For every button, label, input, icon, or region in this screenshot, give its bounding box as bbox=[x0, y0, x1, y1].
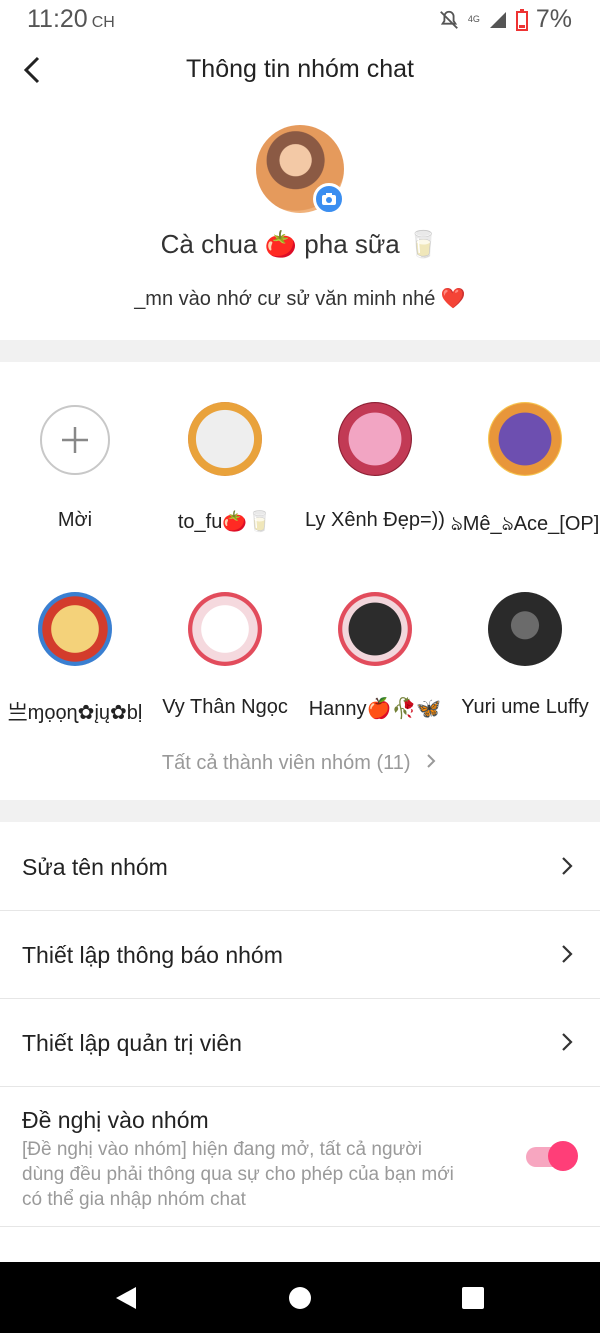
chevron-right-icon bbox=[562, 1033, 573, 1051]
member-avatar bbox=[338, 592, 412, 666]
nav-home-icon[interactable] bbox=[288, 1286, 312, 1310]
admin-settings-label: Thiết lập quản trị viên bbox=[22, 1030, 242, 1056]
group-name[interactable]: Cà chua 🍅 pha sữa 🥛 bbox=[0, 229, 600, 260]
chevron-right-icon bbox=[562, 945, 573, 963]
admin-settings-row[interactable]: Thiết lập quản trị viên bbox=[0, 999, 600, 1087]
rename-group-row[interactable]: Sửa tên nhóm bbox=[0, 822, 600, 911]
member-avatar bbox=[488, 402, 562, 476]
system-nav-bar bbox=[0, 1262, 600, 1333]
battery-icon bbox=[515, 8, 528, 31]
signal-icon bbox=[489, 11, 506, 28]
next-settings-row[interactable] bbox=[0, 1227, 600, 1262]
invite-button[interactable]: Mời bbox=[0, 405, 150, 531]
member-avatar bbox=[188, 592, 262, 666]
status-bar: 11:20 CH 4G 7% bbox=[0, 0, 600, 40]
join-request-description: [Đề nghị vào nhóm] hiện đang mở, tất cả … bbox=[22, 1139, 454, 1210]
group-description[interactable]: _mn vào nhớ cư sử văn minh nhé ❤️ bbox=[0, 286, 600, 311]
member-avatar bbox=[488, 592, 562, 666]
member-item[interactable]: Hanny🍎🥀🦋 bbox=[300, 592, 450, 720]
change-photo-button[interactable] bbox=[313, 183, 345, 215]
bell-off-icon bbox=[439, 10, 458, 29]
chevron-right-icon bbox=[562, 857, 573, 875]
page-title: Thông tin nhóm chat bbox=[186, 55, 414, 83]
notification-settings-row[interactable]: Thiết lập thông báo nhóm bbox=[0, 911, 600, 999]
notification-settings-label: Thiết lập thông báo nhóm bbox=[22, 942, 283, 968]
status-time: 11:20 CH bbox=[27, 5, 115, 34]
network-label: 4G bbox=[467, 14, 480, 24]
member-item[interactable]: 亗ɱọọɳ✿įų✿bḷ bbox=[0, 592, 150, 724]
see-all-label: Tất cả thành viên nhóm (11) bbox=[161, 752, 411, 774]
clock: 11:20 bbox=[27, 5, 88, 33]
member-item[interactable]: to_fu🍅🥛 bbox=[150, 402, 300, 533]
member-name: Vy Thân Ngọc bbox=[162, 696, 288, 718]
camera-icon bbox=[322, 193, 336, 205]
status-icons: 4G 7% bbox=[438, 5, 572, 34]
nav-recents-icon[interactable] bbox=[461, 1286, 485, 1310]
see-all-members-link[interactable]: Tất cả thành viên nhóm (11) bbox=[0, 752, 600, 775]
section-divider bbox=[0, 800, 600, 822]
member-avatar bbox=[38, 592, 112, 666]
member-avatar bbox=[188, 402, 262, 476]
section-divider bbox=[0, 340, 600, 362]
member-name: Yuri ume Luffy bbox=[461, 696, 589, 718]
join-request-toggle[interactable] bbox=[526, 1141, 578, 1171]
rename-group-label: Sửa tên nhóm bbox=[22, 854, 168, 880]
chevron-right-icon bbox=[427, 754, 436, 768]
member-item[interactable]: Yuri ume Luffy bbox=[450, 592, 600, 718]
member-name: Hanny🍎🥀🦋 bbox=[308, 698, 442, 720]
member-name: to_fu🍅🥛 bbox=[177, 511, 273, 533]
member-item[interactable]: ঌMê_ঌAce_[OP] bbox=[450, 402, 600, 535]
header: Thông tin nhóm chat bbox=[0, 40, 600, 102]
battery-percent: 7% bbox=[535, 5, 572, 33]
member-name: 亗ɱọọɳ✿įų✿bḷ bbox=[7, 702, 143, 724]
nav-back-icon[interactable] bbox=[114, 1285, 138, 1311]
member-name: Ly Xênh Đẹp=)) bbox=[305, 509, 445, 531]
join-request-row: Đề nghị vào nhóm [Đề nghị vào nhóm] hiện… bbox=[0, 1087, 600, 1227]
member-item[interactable]: Vy Thân Ngọc bbox=[150, 592, 300, 718]
plus-icon bbox=[62, 427, 88, 453]
member-item[interactable]: Ly Xênh Đẹp=)) bbox=[300, 402, 450, 531]
toggle-knob bbox=[548, 1141, 578, 1171]
invite-circle bbox=[40, 405, 110, 475]
invite-label: Mời bbox=[57, 509, 93, 531]
join-request-label: Đề nghị vào nhóm bbox=[22, 1107, 209, 1133]
member-name: ঌMê_ঌAce_[OP] bbox=[450, 513, 600, 535]
clock-period: CH bbox=[91, 14, 115, 31]
member-avatar bbox=[338, 402, 412, 476]
